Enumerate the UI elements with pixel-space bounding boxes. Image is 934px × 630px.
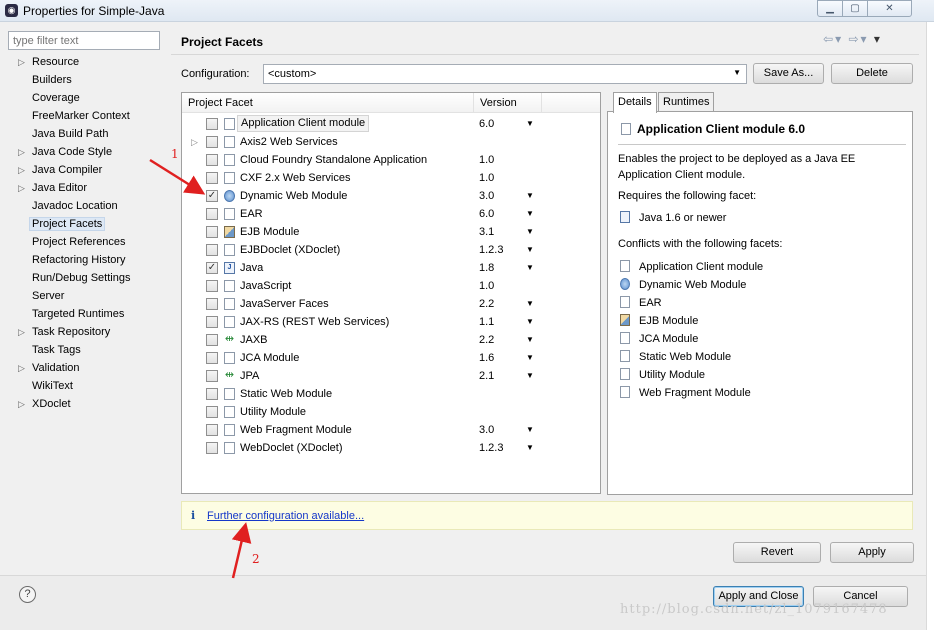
annotation-arrows	[149, 158, 252, 579]
annotation-arrow-1	[149, 158, 206, 195]
annotation-arrow-2	[231, 522, 252, 579]
tab-details[interactable]: Details	[613, 92, 657, 113]
